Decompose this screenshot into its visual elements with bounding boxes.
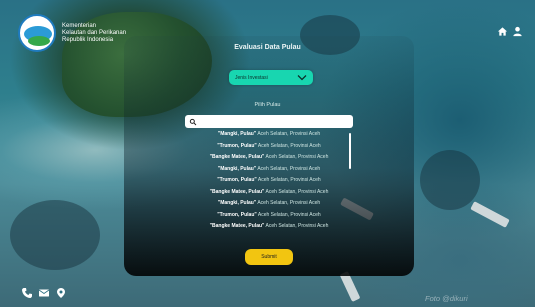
island-location: Aceh Selatan, Provinsi Aceh <box>265 154 329 160</box>
island-name: "Bangke Matee, Pulau" <box>209 223 265 229</box>
list-item[interactable]: "Trumon, Pulau" Aceh Selatan, Provinsi A… <box>185 175 353 187</box>
chevron-down-icon <box>297 75 307 81</box>
island-name: "Trumon, Pulau" <box>217 211 257 218</box>
island-filter-label: Pilih Pulau <box>254 102 281 108</box>
reef-shadow <box>10 200 100 270</box>
top-nav <box>497 26 523 37</box>
island-location: Aceh Selatan, Provinsi Aceh <box>265 223 329 229</box>
island-location: Aceh Selatan, Provinsi Aceh <box>257 177 321 183</box>
list-item[interactable]: "Bangke Matee, Pulau" Aceh Selatan, Prov… <box>185 152 353 164</box>
island-location: Aceh Selatan, Provinsi Aceh <box>265 188 329 195</box>
search-icon <box>189 118 197 125</box>
location-pin-icon[interactable] <box>55 287 67 299</box>
reef-shadow <box>420 150 480 210</box>
island-name: "Bangke Matee, Pulau" <box>209 154 265 160</box>
home-icon[interactable] <box>497 26 508 37</box>
mail-icon[interactable] <box>38 287 50 299</box>
list-item[interactable]: "Mangki, Pulau" Aceh Selatan, Provinsi A… <box>185 198 353 210</box>
island-location: Aceh Selatan, Provinsi Aceh <box>257 142 321 149</box>
island-location: Aceh Selatan, Provinsi Aceh <box>257 131 321 137</box>
island-name: "Trumon, Pulau" <box>217 142 257 149</box>
island-results-list[interactable]: "Mangki, Pulau" Aceh Selatan, Provinsi A… <box>185 129 353 232</box>
boat-image <box>470 201 510 228</box>
user-icon[interactable] <box>512 26 523 37</box>
org-name-line-2: Kelautan dan Perikanan <box>62 30 127 36</box>
search-input[interactable] <box>200 116 350 127</box>
list-item[interactable]: "Bangke Matee, Pulau" Aceh Selatan, Prov… <box>185 221 353 233</box>
results-scrollbar[interactable] <box>349 133 351 169</box>
investment-type-dropdown[interactable]: Jenis Investasi <box>229 70 313 85</box>
island-name: "Bangke Matee, Pulau" <box>209 188 265 195</box>
list-item[interactable]: "Mangki, Pulau" Aceh Selatan, Provinsi A… <box>185 164 353 176</box>
island-location: Aceh Selatan, Provinsi Aceh <box>257 200 321 206</box>
org-name-line-1: Kementerian <box>62 23 97 29</box>
island-search[interactable] <box>185 115 353 128</box>
photo-watermark: Foto @dikuri <box>425 294 468 303</box>
list-item[interactable]: "Trumon, Pulau" Aceh Selatan, Provinsi A… <box>185 141 353 153</box>
submit-button[interactable]: Submit <box>245 249 293 265</box>
dropdown-label: Jenis Investasi <box>235 74 268 81</box>
list-item[interactable]: "Bangke Matee, Pulau" Aceh Selatan, Prov… <box>185 187 353 199</box>
list-item[interactable]: "Trumon, Pulau" Aceh Selatan, Provinsi A… <box>185 210 353 222</box>
island-name: "Mangki, Pulau" <box>217 131 257 137</box>
list-item[interactable]: "Mangki, Pulau" Aceh Selatan, Provinsi A… <box>185 129 353 141</box>
island-location: Aceh Selatan, Provinsi Aceh <box>257 165 321 172</box>
panel-title: Evaluasi Data Pulau <box>234 44 301 51</box>
island-name: "Mangki, Pulau" <box>217 200 257 206</box>
contact-icons <box>21 287 67 299</box>
island-location: Aceh Selatan, Provinsi Aceh <box>257 211 321 218</box>
phone-icon[interactable] <box>21 287 33 299</box>
island-name: "Trumon, Pulau" <box>217 177 257 183</box>
island-name: "Mangki, Pulau" <box>217 165 257 172</box>
